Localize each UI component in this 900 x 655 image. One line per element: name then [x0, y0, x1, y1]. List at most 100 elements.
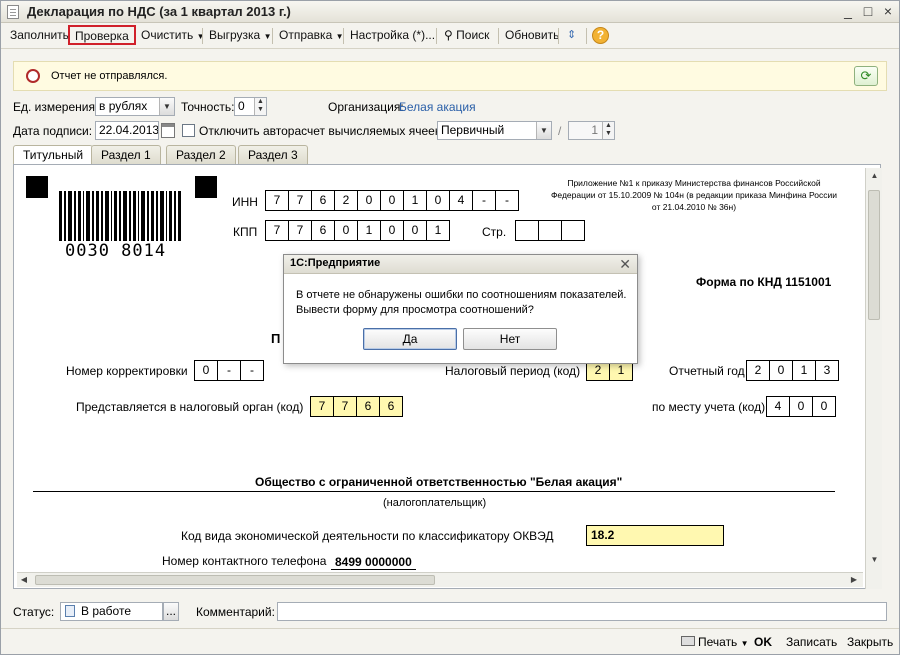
search-button[interactable]: ⚲ Поиск — [441, 26, 492, 46]
correction-cells[interactable]: 0 - - — [194, 360, 264, 381]
report-year-cells[interactable]: 2 0 1 3 — [746, 360, 839, 381]
organization-label: Организация: — [328, 100, 404, 114]
appendix-note: Приложение №1 к приказу Министерства фин… — [550, 178, 838, 212]
report-year-cell: 3 — [815, 360, 839, 381]
sort-arrows-icon[interactable]: ⇕ — [564, 26, 579, 46]
barcode-number: 0030 8014 — [65, 241, 167, 261]
info-message: Отчет не отправлялся. — [51, 70, 168, 82]
inn-label: ИНН — [232, 195, 258, 209]
close-form-button[interactable]: Закрыть — [847, 633, 893, 651]
page-cell — [538, 220, 562, 241]
tab-title-page[interactable]: Титульный — [13, 145, 94, 166]
dialog-message: В отчете не обнаружены ошибки по соотнош… — [296, 288, 626, 318]
phone-value[interactable]: 8499 0000000 — [335, 555, 412, 569]
printer-icon — [681, 636, 695, 646]
declaration-window: Декларация по НДС (за 1 квартал 2013 г.)… — [0, 0, 900, 655]
clear-label: Очистить — [141, 28, 194, 42]
correction-label: Номер корректировки — [66, 364, 188, 378]
clear-button[interactable]: Очистить ▼ — [138, 26, 208, 46]
inn-cell: 0 — [357, 190, 381, 211]
report-type-select[interactable]: Первичный ▼ — [437, 121, 552, 140]
inn-cell: 7 — [288, 190, 312, 211]
save-button[interactable]: Записать — [786, 633, 837, 651]
fill-button[interactable]: Заполнить — [7, 26, 72, 46]
correction-number-stepper[interactable]: 1 ▲ ▼ — [568, 121, 615, 140]
scroll-up-icon[interactable]: ▲ — [866, 168, 883, 184]
kpp-cell: 0 — [403, 220, 427, 241]
horizontal-scrollbar[interactable]: ◀ ▶ — [17, 572, 863, 587]
scroll-thumb[interactable] — [868, 190, 880, 320]
toolbar-separator — [586, 28, 587, 44]
close-icon[interactable]: ✕ — [619, 256, 631, 273]
tab-section-3[interactable]: Раздел 3 — [238, 145, 308, 165]
tab-section-2[interactable]: Раздел 2 — [166, 145, 236, 165]
export-button[interactable]: Выгрузка ▼ — [206, 26, 275, 46]
settings-button[interactable]: Настройка (*)... — [347, 26, 438, 46]
okved-field[interactable]: 18.2 — [586, 525, 724, 546]
scroll-thumb[interactable] — [35, 575, 435, 585]
kpp-cell: 0 — [380, 220, 404, 241]
refresh-button[interactable]: Обновить — [502, 26, 562, 46]
comment-label: Комментарий: — [196, 605, 275, 619]
tab-section-1[interactable]: Раздел 1 — [91, 145, 161, 165]
minimize-button[interactable]: _ — [839, 3, 857, 20]
close-button[interactable]: × — [879, 3, 897, 20]
tax-period-label: Налоговый период (код) — [445, 364, 581, 378]
calendar-icon[interactable] — [161, 123, 175, 138]
scroll-right-icon[interactable]: ▶ — [847, 573, 861, 587]
toolbar-separator — [436, 28, 437, 44]
status-select-button[interactable]: ... — [163, 602, 179, 621]
no-button[interactable]: Нет — [463, 328, 557, 350]
correction-cell: - — [240, 360, 264, 381]
inn-cell: 4 — [449, 190, 473, 211]
units-select[interactable]: в рублях ▼ — [95, 97, 175, 116]
confirm-dialog: 1С:Предприятие ✕ В отчете не обнаружены … — [283, 254, 638, 364]
toolbar: Заполнить Проверка Очистить ▼ Выгрузка ▼… — [1, 23, 899, 49]
scroll-down-icon[interactable]: ▼ — [866, 552, 883, 568]
kpp-cell: 1 — [357, 220, 381, 241]
refresh-status-icon[interactable]: ⟳ — [854, 66, 878, 86]
tax-authority-cells[interactable]: 7 7 6 6 — [310, 396, 403, 417]
comment-input[interactable] — [277, 602, 887, 621]
inn-cells[interactable]: 7 7 6 2 0 0 1 0 4 - - — [265, 190, 519, 211]
accounting-place-cells[interactable]: 4 0 0 — [766, 396, 836, 417]
kpp-cell: 7 — [288, 220, 312, 241]
chevron-down-icon: ▼ — [263, 32, 272, 41]
help-button[interactable]: ? — [592, 27, 609, 44]
registration-mark — [195, 176, 217, 198]
status-label: Статус: — [13, 605, 55, 619]
autocalc-checkbox[interactable] — [182, 124, 195, 137]
correction-separator: / — [558, 124, 562, 138]
document-icon — [7, 5, 19, 19]
scroll-left-icon[interactable]: ◀ — [17, 573, 31, 587]
ok-button[interactable]: OK — [754, 633, 772, 651]
signature-date-input[interactable]: 22.04.2013 — [95, 121, 159, 140]
maximize-button[interactable]: □ — [859, 3, 877, 20]
precision-stepper[interactable]: 0 ▲ ▼ — [234, 97, 267, 116]
correction-cell: 0 — [194, 360, 218, 381]
check-button[interactable]: Проверка — [68, 25, 136, 45]
yes-button[interactable]: Да — [363, 328, 457, 350]
taxpayer-name: Общество с ограниченной ответственностью… — [255, 475, 623, 489]
page-cell — [515, 220, 539, 241]
page-cells[interactable] — [515, 220, 585, 241]
dialog-message-line: В отчете не обнаружены ошибки по соотнош… — [296, 289, 627, 301]
print-button[interactable]: Печать ▼ — [698, 633, 749, 651]
toolbar-separator — [343, 28, 344, 44]
chevron-down-icon: ▼ — [159, 98, 174, 115]
send-button[interactable]: Отправка ▼ — [276, 26, 347, 46]
inn-cell: 0 — [426, 190, 450, 211]
units-label: Ед. измерения: — [13, 100, 99, 114]
organization-link[interactable]: Белая акация — [399, 100, 476, 114]
toolbar-separator — [558, 28, 559, 44]
chevron-down-icon: ▼ — [196, 32, 205, 41]
vertical-scrollbar[interactable]: ▲ ▼ — [865, 168, 882, 589]
title-bar: Декларация по НДС (за 1 квартал 2013 г.)… — [1, 1, 899, 23]
units-value: в рублях — [99, 99, 148, 113]
status-field[interactable]: В работе — [60, 602, 163, 621]
kpp-cells[interactable]: 7 7 6 0 1 0 0 1 — [265, 220, 450, 241]
kpp-label: КПП — [233, 225, 258, 239]
search-icon: ⚲ — [444, 28, 453, 42]
accounting-place-cell: 0 — [812, 396, 836, 417]
spin-arrows-icon: ▲ ▼ — [254, 98, 266, 115]
